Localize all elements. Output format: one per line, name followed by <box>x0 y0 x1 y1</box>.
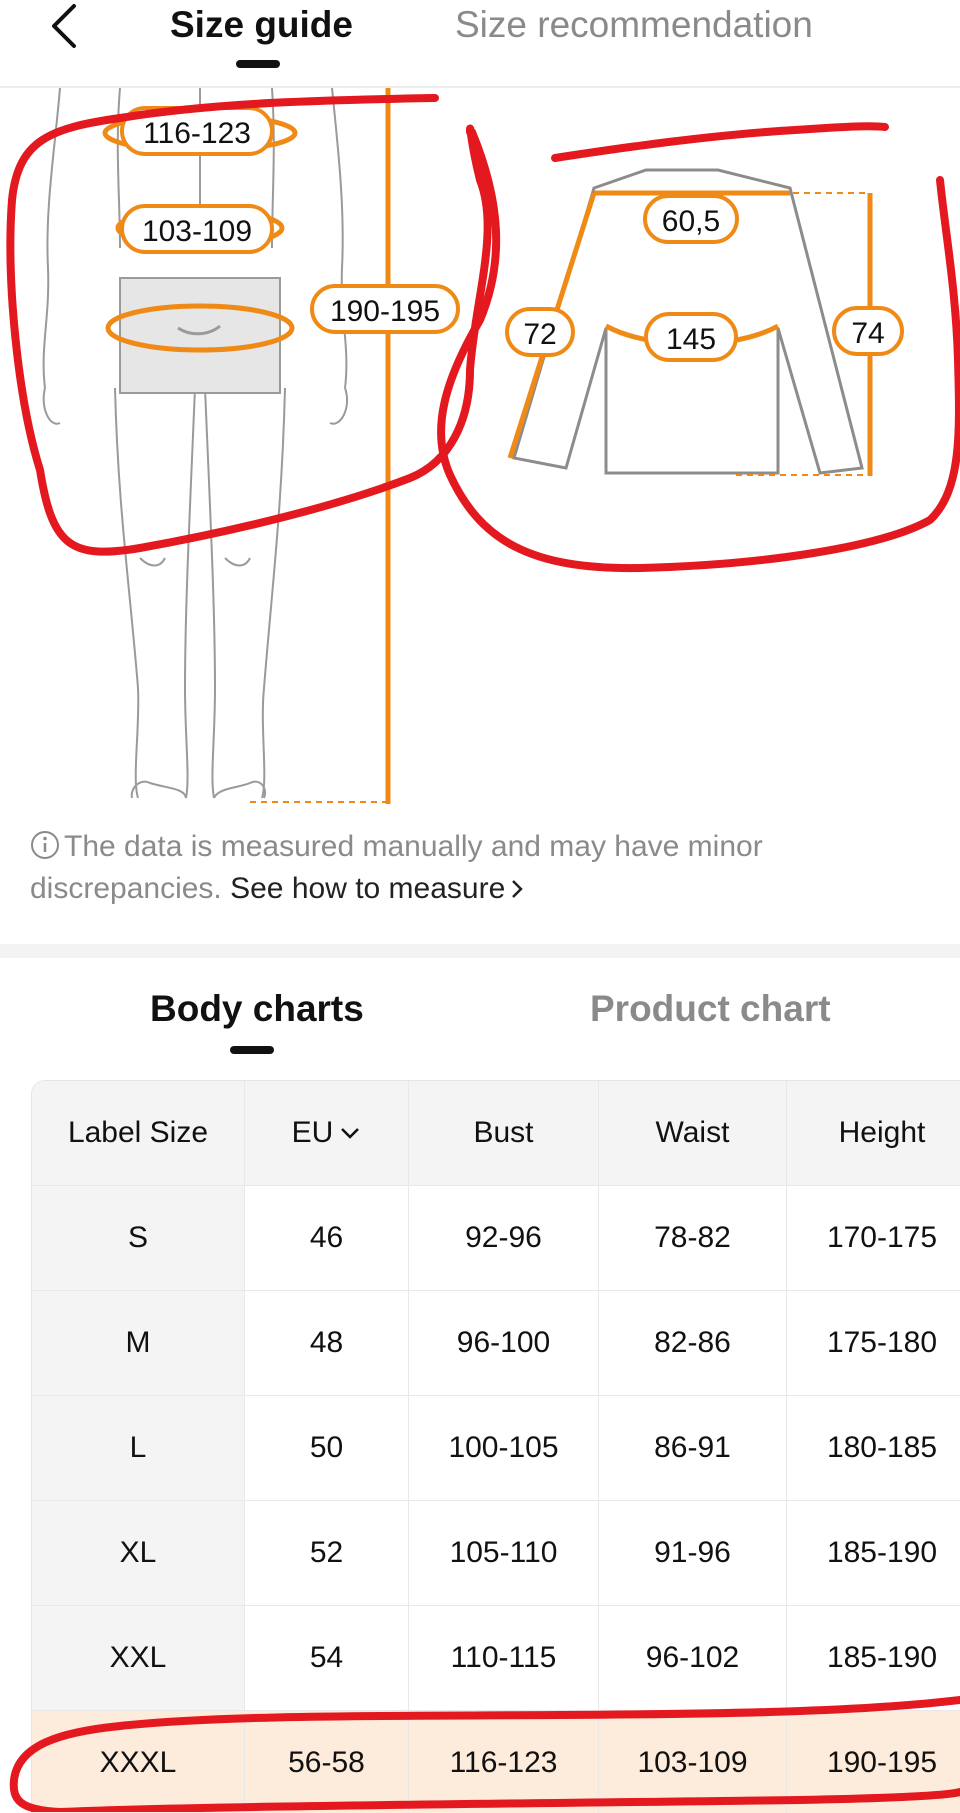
active-chart-tab-indicator <box>230 1046 274 1054</box>
back-arrow-icon[interactable] <box>44 0 92 52</box>
table-row: M 48 96-100 82-86 175-180 <box>32 1291 960 1396</box>
tab-body-charts[interactable]: Body charts <box>150 988 364 1030</box>
size-label: XXXL <box>32 1711 245 1813</box>
body-waist-label: 103-109 <box>142 215 252 248</box>
chevron-right-icon <box>512 880 524 898</box>
eu-value: 52 <box>245 1501 409 1606</box>
tab-size-guide[interactable]: Size guide <box>170 4 353 46</box>
size-label: L <box>32 1396 245 1501</box>
body-chest-label: 116-123 <box>143 117 251 150</box>
waist-value: 103-109 <box>599 1711 787 1813</box>
table-row: XXL 54 110-115 96-102 185-190 <box>32 1606 960 1711</box>
eu-value: 46 <box>245 1186 409 1291</box>
size-label: S <box>32 1186 245 1291</box>
body-height-label: 190-195 <box>330 295 440 328</box>
header-height: Height <box>787 1081 960 1186</box>
size-label: XXL <box>32 1606 245 1711</box>
bust-value: 100-105 <box>409 1396 599 1501</box>
body-figure <box>42 88 349 799</box>
briefs-shape <box>119 277 281 394</box>
active-tab-indicator <box>236 60 280 68</box>
header-label-size: Label Size <box>32 1081 245 1186</box>
header-waist: Waist <box>599 1081 787 1186</box>
bust-value: 105-110 <box>409 1501 599 1606</box>
top-bar: Size guide Size recommendation <box>0 0 960 88</box>
height-value: 185-190 <box>787 1501 960 1606</box>
size-table: Label Size EU Bust Waist Height S 46 92-… <box>31 1080 960 1813</box>
header-bust: Bust <box>409 1081 599 1186</box>
info-icon <box>31 831 59 859</box>
table-row: XL 52 105-110 91-96 185-190 <box>32 1501 960 1606</box>
garment-shoulder-label: 60,5 <box>662 205 720 238</box>
size-label: M <box>32 1291 245 1396</box>
tab-product-chart[interactable]: Product chart <box>590 988 831 1030</box>
see-how-to-measure-link[interactable]: See how to measure <box>230 872 525 905</box>
eu-value: 48 <box>245 1291 409 1396</box>
measurement-illustration: 116-123 103-109 190-195 60,5 72 145 74 <box>42 88 904 804</box>
chevron-down-icon <box>341 1128 360 1139</box>
bust-value: 116-123 <box>409 1711 599 1813</box>
height-value: 180-185 <box>787 1396 960 1501</box>
garment-sleeve-label: 72 <box>523 318 556 351</box>
waist-value: 78-82 <box>599 1186 787 1291</box>
eu-value: 56-58 <box>245 1711 409 1813</box>
height-value: 190-195 <box>787 1711 960 1813</box>
tab-size-recommendation[interactable]: Size recommendation <box>455 4 813 46</box>
waist-value: 91-96 <box>599 1501 787 1606</box>
section-divider <box>0 944 960 958</box>
table-header-row: Label Size EU Bust Waist Height <box>32 1081 960 1186</box>
height-value: 175-180 <box>787 1291 960 1396</box>
table-row: S 46 92-96 78-82 170-175 <box>32 1186 960 1291</box>
garment-chest-label: 145 <box>666 323 716 356</box>
waist-value: 82-86 <box>599 1291 787 1396</box>
size-label: XL <box>32 1501 245 1606</box>
bust-value: 96-100 <box>409 1291 599 1396</box>
header-eu-dropdown[interactable]: EU <box>245 1081 409 1186</box>
eu-value: 54 <box>245 1606 409 1711</box>
measurement-notice: The data is measured manually and may ha… <box>30 826 930 910</box>
table-row-highlighted: XXXL 56-58 116-123 103-109 190-195 <box>32 1711 960 1813</box>
bust-value: 92-96 <box>409 1186 599 1291</box>
table-row: L 50 100-105 86-91 180-185 <box>32 1396 960 1501</box>
garment-length-label: 74 <box>851 317 884 350</box>
waist-value: 96-102 <box>599 1606 787 1711</box>
waist-value: 86-91 <box>599 1396 787 1501</box>
bust-value: 110-115 <box>409 1606 599 1711</box>
height-value: 185-190 <box>787 1606 960 1711</box>
eu-value: 50 <box>245 1396 409 1501</box>
height-value: 170-175 <box>787 1186 960 1291</box>
